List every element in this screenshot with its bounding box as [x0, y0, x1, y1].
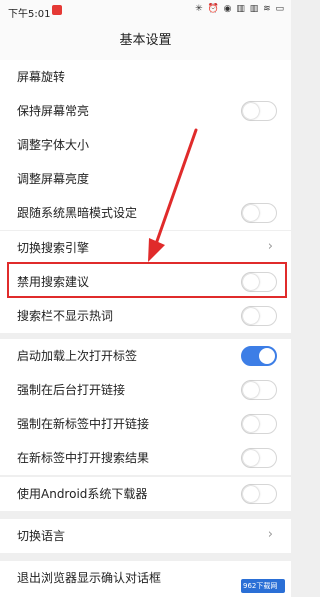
annotation-arrow-icon — [148, 128, 198, 262]
watermark-text: 962下载网 — [243, 582, 278, 590]
watermark-logo: 962下载网 — [241, 579, 285, 593]
